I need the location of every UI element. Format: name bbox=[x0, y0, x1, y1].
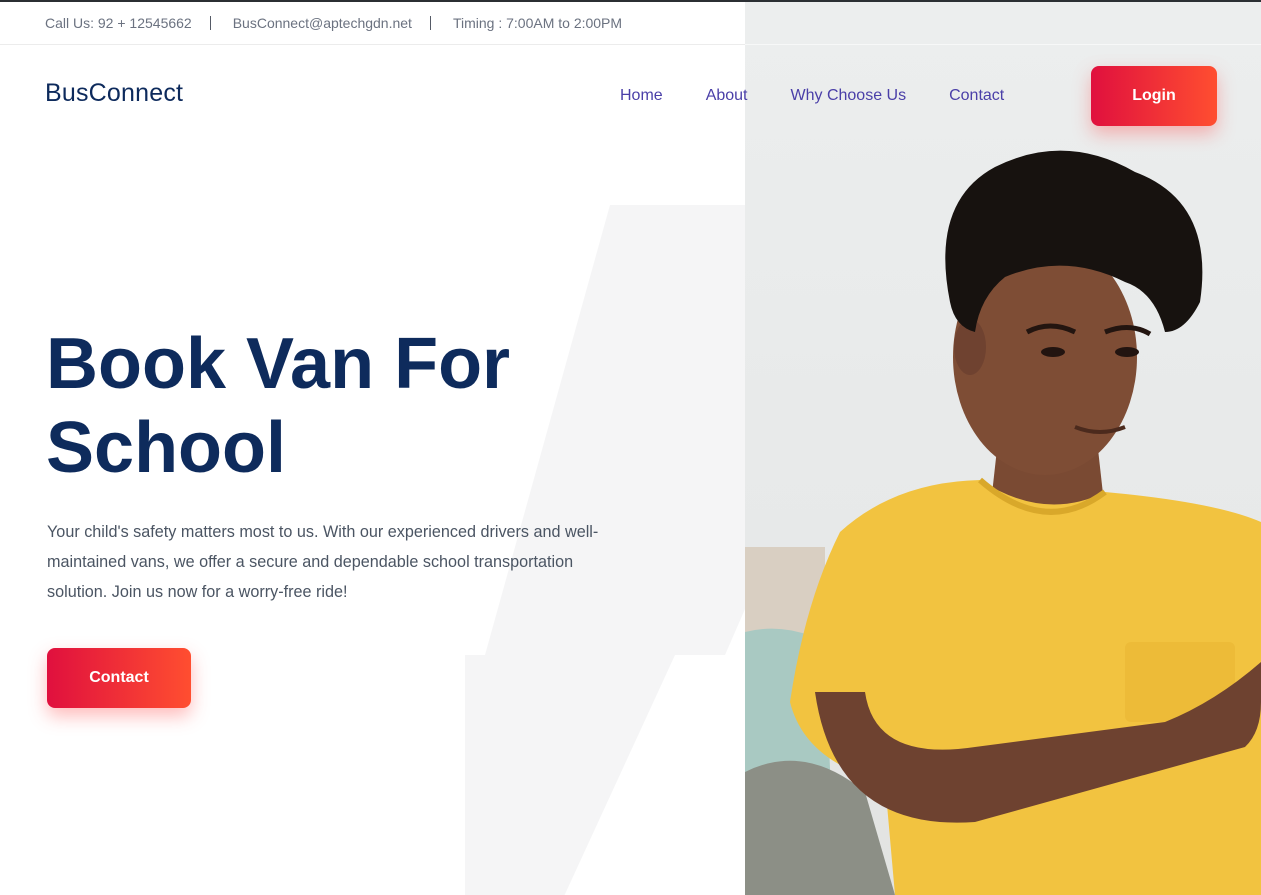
hero-description: Your child's safety matters most to us. … bbox=[47, 523, 599, 601]
nav-contact[interactable]: Contact bbox=[949, 87, 1004, 105]
phone-info: Call Us: 92 + 12545662 bbox=[45, 15, 192, 31]
top-info-bar: Call Us: 92 + 12545662 BusConnect@aptech… bbox=[0, 2, 745, 45]
hero-title-line2: School bbox=[46, 408, 287, 488]
nav-why-choose-us[interactable]: Why Choose Us bbox=[791, 87, 907, 105]
login-button[interactable]: Login bbox=[1091, 66, 1217, 126]
nav-home[interactable]: Home bbox=[620, 87, 663, 105]
timing-info: Timing : 7:00AM to 2:00PM bbox=[452, 15, 623, 31]
main-nav: Home About Why Choose Us Contact bbox=[620, 87, 1004, 105]
hero-photo bbox=[745, 2, 1261, 895]
email-info[interactable]: BusConnect@aptechgdn.net bbox=[233, 15, 412, 31]
contact-button[interactable]: Contact bbox=[47, 648, 191, 708]
student-photo bbox=[745, 150, 1261, 895]
hero-title-line1: Book Van For bbox=[46, 324, 511, 404]
hero-title: Book Van For School bbox=[46, 322, 646, 490]
nav-about[interactable]: About bbox=[706, 87, 748, 105]
divider bbox=[429, 16, 431, 30]
top-border bbox=[0, 0, 1261, 2]
brand-logo[interactable]: BusConnect bbox=[45, 79, 183, 108]
divider bbox=[209, 16, 211, 30]
